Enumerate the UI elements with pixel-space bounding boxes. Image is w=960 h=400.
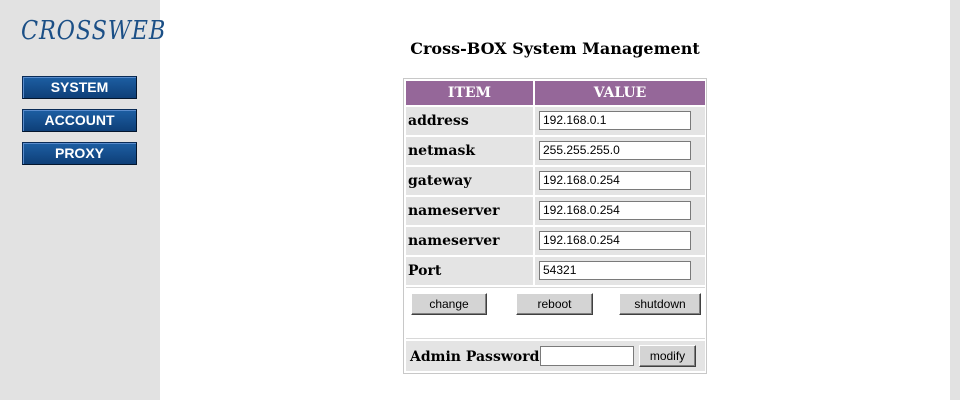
row-label-gateway: gateway (406, 167, 533, 195)
row-value-cell: 54321 (535, 257, 705, 285)
nav-account-button[interactable]: ACCOUNT (22, 109, 137, 132)
right-border-bar (950, 0, 960, 400)
reboot-button[interactable]: reboot (516, 293, 593, 315)
action-button-row: change reboot shutdown (406, 287, 705, 339)
modify-button[interactable]: modify (639, 345, 696, 367)
port-input[interactable]: 54321 (539, 261, 691, 280)
system-settings-table: ITEM VALUE address 192.168.0.1 netmask 2… (403, 78, 707, 374)
admin-password-input[interactable] (540, 346, 634, 366)
row-value-cell: 192.168.0.254 (535, 227, 705, 255)
row-label-netmask: netmask (406, 137, 533, 165)
page-title: Cross-BOX System Management (410, 39, 700, 58)
row-value-cell: 192.168.0.1 (535, 107, 705, 135)
shutdown-button[interactable]: shutdown (619, 293, 701, 315)
row-value-cell: 255.255.255.0 (535, 137, 705, 165)
nameserver-1-input[interactable]: 192.168.0.254 (539, 201, 691, 220)
nameserver-2-input[interactable]: 192.168.0.254 (539, 231, 691, 250)
gateway-input[interactable]: 192.168.0.254 (539, 171, 691, 190)
nav-proxy-button[interactable]: PROXY (22, 142, 137, 165)
admin-password-label: Admin Password (410, 349, 540, 365)
row-value-cell: 192.168.0.254 (535, 167, 705, 195)
admin-password-row: Admin Password modify (406, 341, 705, 371)
crossweb-logo: CROSSWEB (21, 16, 167, 46)
row-label-port: Port (406, 257, 533, 285)
row-label-nameserver-2: nameserver (406, 227, 533, 255)
row-label-nameserver-1: nameserver (406, 197, 533, 225)
nav-system-button[interactable]: SYSTEM (22, 76, 137, 99)
row-label-address: address (406, 107, 533, 135)
address-input[interactable]: 192.168.0.1 (539, 111, 691, 130)
header-item: ITEM (406, 81, 533, 105)
netmask-input[interactable]: 255.255.255.0 (539, 141, 691, 160)
sidebar: CROSSWEB SYSTEM ACCOUNT PROXY (0, 0, 165, 400)
header-value: VALUE (535, 81, 705, 105)
change-button[interactable]: change (411, 293, 487, 315)
row-value-cell: 192.168.0.254 (535, 197, 705, 225)
